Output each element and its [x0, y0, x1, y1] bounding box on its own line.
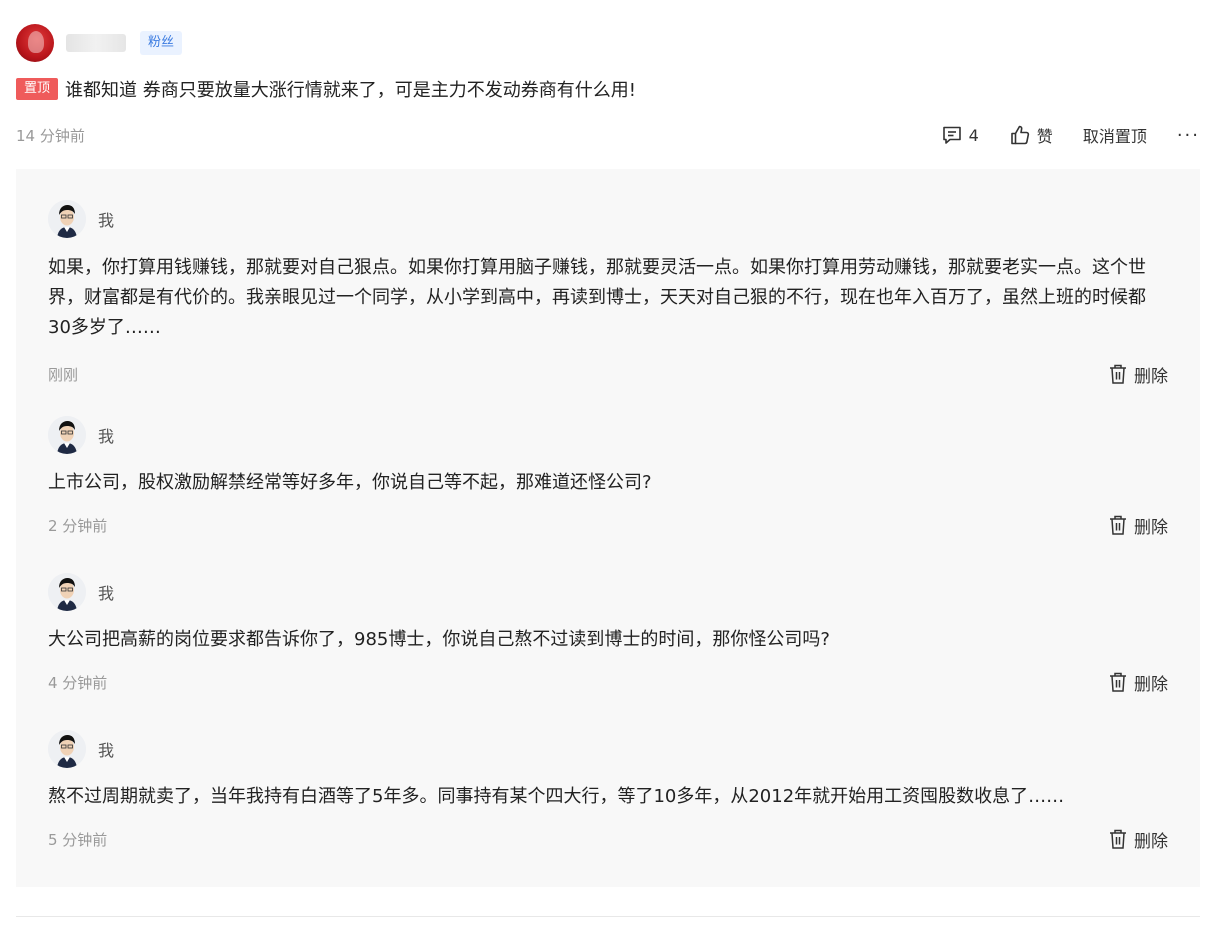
delete-label: 删除 [1134, 674, 1168, 695]
trash-icon [1110, 515, 1126, 535]
avatar[interactable] [48, 730, 86, 768]
delete-button[interactable]: 删除 [1108, 670, 1168, 695]
comment-button[interactable]: 4 [941, 124, 979, 146]
unpin-button[interactable]: 取消置顶 [1083, 123, 1147, 147]
reply-text: 熬不过周期就卖了，当年我持有白酒等了5年多。同事持有某个四大行，等了10多年，从… [48, 786, 1065, 807]
avatar[interactable] [48, 573, 86, 611]
post-actions: 4 赞 取消置顶 ··· [941, 123, 1200, 147]
delete-button[interactable]: 删除 [1108, 827, 1168, 852]
reply-footer: 2 分钟前 删除 [48, 512, 1168, 538]
comment-icon [942, 126, 961, 144]
avatar[interactable] [48, 200, 86, 238]
reply-time: 刚刚 [48, 365, 79, 384]
post-meta: 14 分钟前 4 赞 取消置顶 ··· [16, 122, 1200, 148]
unpin-label: 取消置顶 [1082, 127, 1147, 146]
avatar[interactable] [16, 24, 54, 62]
post-title[interactable]: 谁都知道 券商只要放量大涨行情就来了，可是主力不发动券商有什么用! [65, 76, 636, 102]
reply-author[interactable]: 我 [98, 580, 114, 604]
reply-text: 大公司把高薪的岗位要求都告诉你了，985博士，你说自己熬不过读到博士的时间，那你… [48, 629, 830, 650]
fan-badge: 粉丝 [140, 31, 183, 55]
reply-header: 我 [48, 573, 1168, 611]
reply-author[interactable]: 我 [98, 207, 114, 231]
post-header: 粉丝 [16, 24, 183, 62]
reply-text: 如果，你打算用钱赚钱，那就要对自己狠点。如果你打算用脑子赚钱，那就要灵活一点。如… [48, 257, 1146, 338]
delete-button[interactable]: 删除 [1108, 513, 1168, 538]
username-redacted[interactable] [66, 34, 126, 52]
delete-label: 删除 [1134, 517, 1168, 538]
post-time: 14 分钟前 [16, 126, 85, 145]
reply-author[interactable]: 我 [98, 423, 114, 447]
reply-time: 5 分钟前 [48, 830, 108, 849]
delete-label: 删除 [1134, 831, 1168, 852]
delete-button[interactable]: 删除 [1108, 362, 1168, 387]
reply-footer: 4 分钟前 删除 [48, 669, 1168, 695]
delete-label: 删除 [1134, 366, 1168, 387]
reply-footer: 5 分钟前 删除 [48, 826, 1168, 852]
divider [16, 916, 1200, 917]
reply-footer: 刚刚 删除 [48, 361, 1168, 387]
reply-header: 我 [48, 730, 1168, 768]
thumbs-up-icon [1010, 125, 1029, 145]
reply-header: 我 [48, 416, 1168, 454]
reply-item: 我 如果，你打算用钱赚钱，那就要对自己狠点。如果你打算用脑子赚钱，那就要灵活一点… [48, 200, 1168, 387]
post-title-row: 置顶 谁都知道 券商只要放量大涨行情就来了，可是主力不发动券商有什么用! [16, 76, 636, 102]
reply-time: 2 分钟前 [48, 516, 108, 535]
reply-item: 我 熬不过周期就卖了，当年我持有白酒等了5年多。同事持有某个四大行，等了10多年… [48, 730, 1168, 852]
more-options-button[interactable]: ··· [1177, 125, 1200, 146]
trash-icon [1110, 672, 1126, 692]
reply-panel: 我 如果，你打算用钱赚钱，那就要对自己狠点。如果你打算用脑子赚钱，那就要灵活一点… [16, 169, 1200, 887]
reply-item: 我 上市公司，股权激励解禁经常等好多年，你说自己等不起，那难道还怪公司? 2 分… [48, 416, 1168, 538]
avatar[interactable] [48, 416, 86, 454]
reply-item: 我 大公司把高薪的岗位要求都告诉你了，985博士，你说自己熬不过读到博士的时间，… [48, 573, 1168, 695]
reply-header: 我 [48, 200, 1168, 238]
reply-text: 上市公司，股权激励解禁经常等好多年，你说自己等不起，那难道还怪公司? [48, 472, 652, 493]
reply-time: 4 分钟前 [48, 673, 108, 692]
trash-icon [1110, 829, 1126, 849]
pin-badge: 置顶 [16, 78, 59, 100]
like-button[interactable]: 赞 [1009, 123, 1053, 147]
comment-count: 4 [968, 125, 979, 145]
reply-author[interactable]: 我 [98, 737, 114, 761]
like-label: 赞 [1036, 127, 1053, 146]
trash-icon [1110, 364, 1126, 384]
